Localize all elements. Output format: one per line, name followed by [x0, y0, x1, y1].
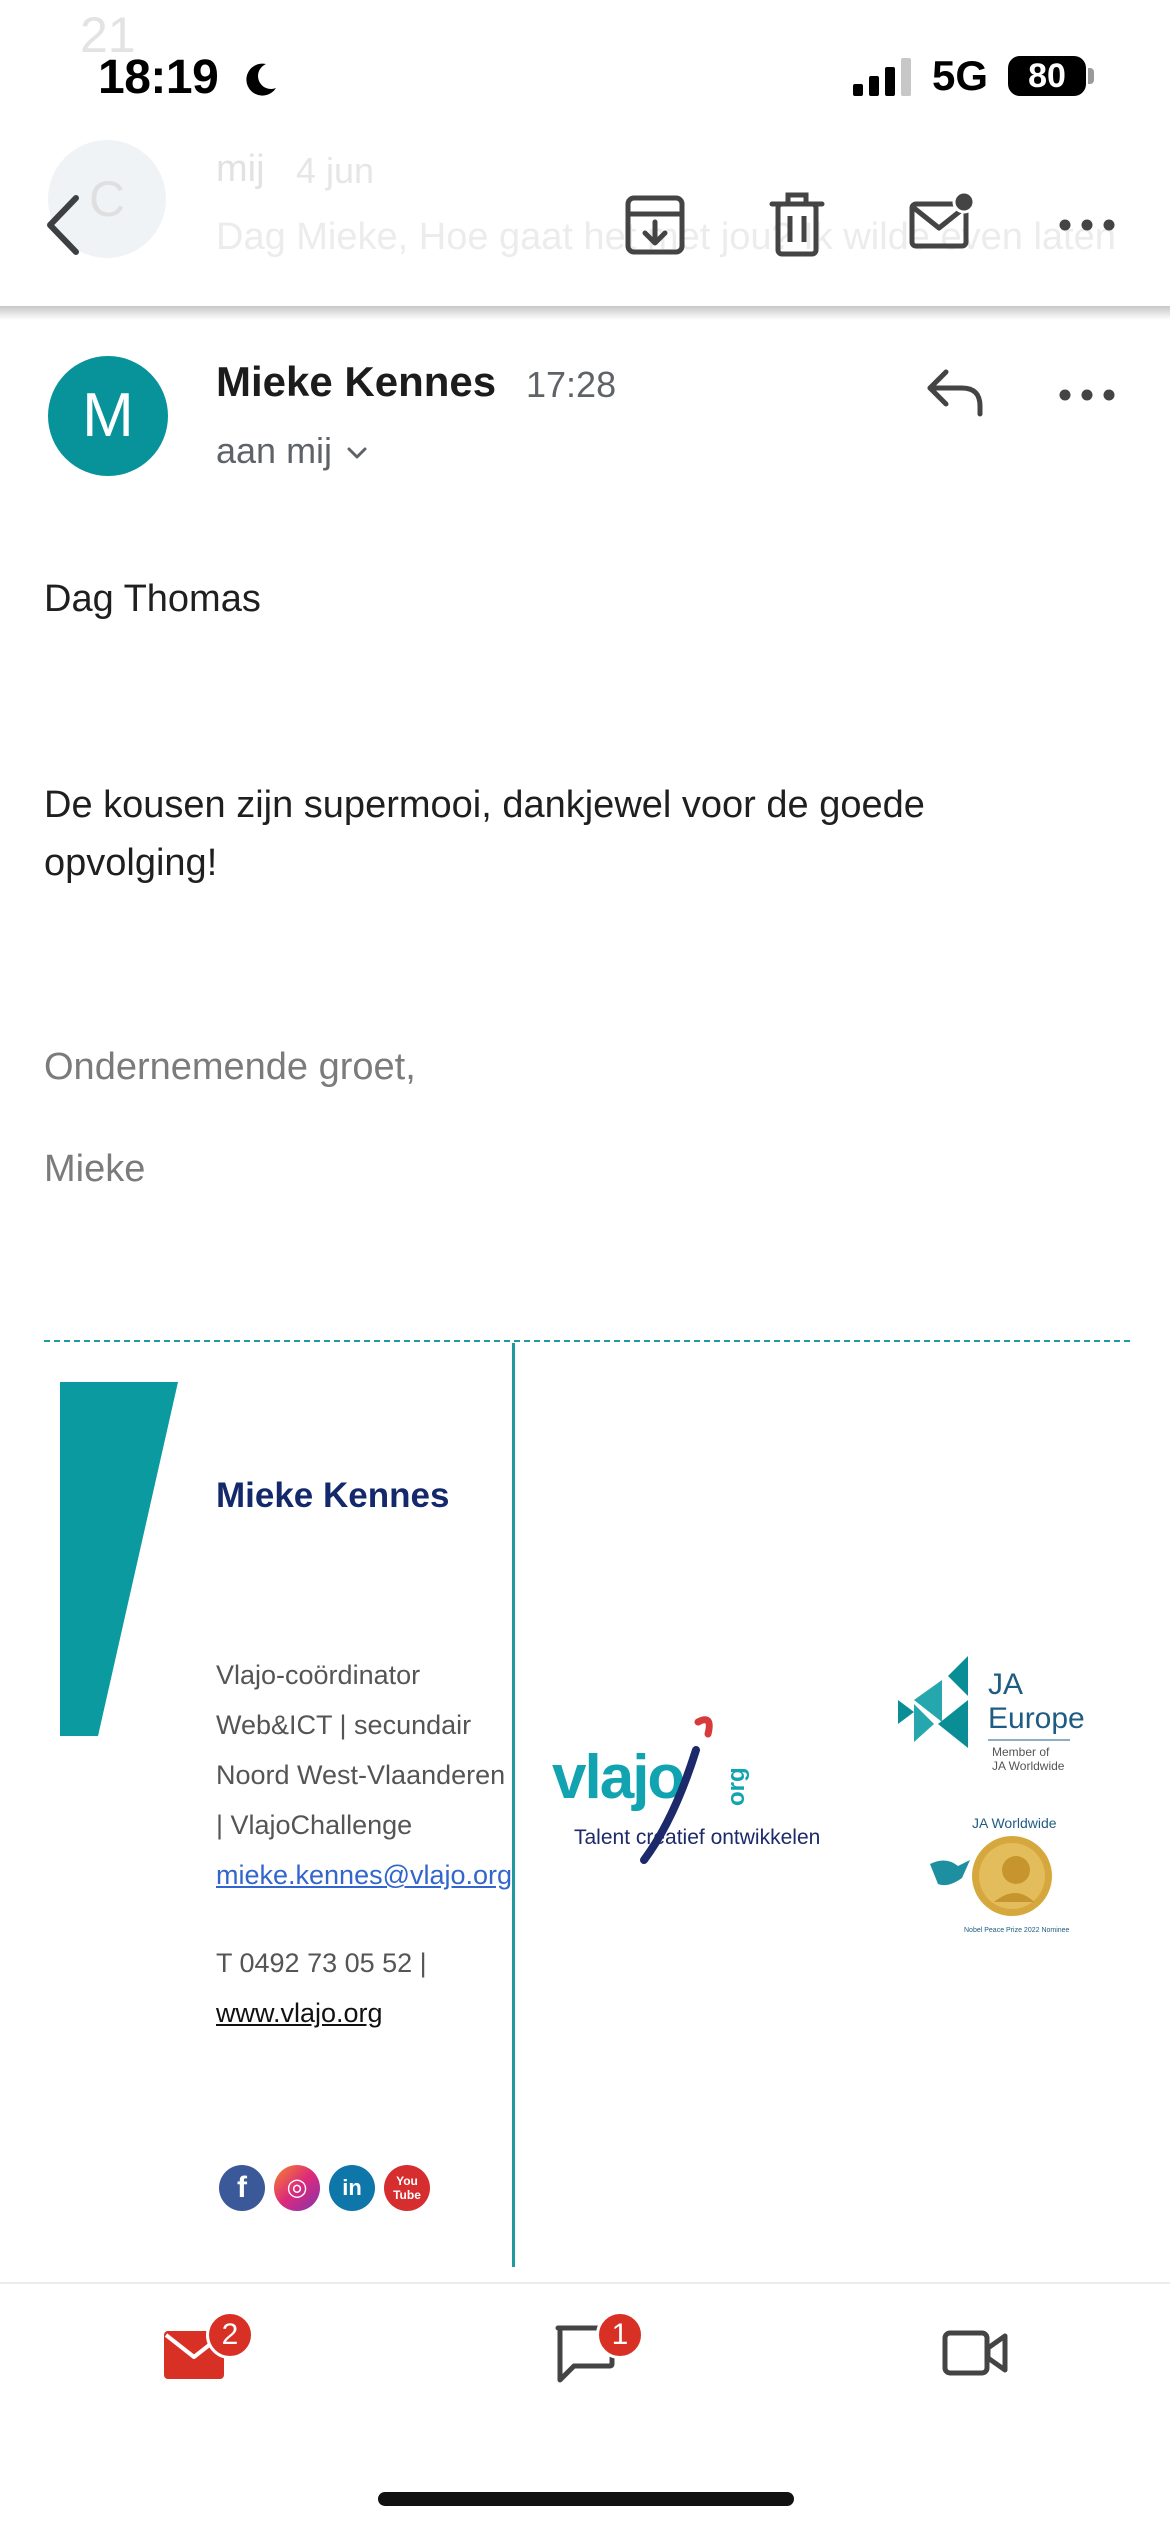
- reply-icon[interactable]: [924, 360, 986, 422]
- instagram-icon[interactable]: ◎: [274, 2165, 320, 2211]
- more-horizontal-icon[interactable]: [1052, 360, 1122, 430]
- signature-phone: T 0492 73 05 52 |: [216, 1948, 427, 1978]
- linkedin-icon[interactable]: in: [329, 2165, 375, 2211]
- ja-worldwide-label: JA Worldwide: [972, 1815, 1057, 1831]
- video-camera-icon[interactable]: [942, 2328, 1008, 2378]
- moon-icon: [246, 63, 276, 96]
- network-type: 5G: [932, 52, 989, 99]
- ja-member-label: Member of: [992, 1745, 1050, 1759]
- ja-europe-wordmark: JA: [988, 1668, 1023, 1701]
- signature-role: Vlajo-coördinator: [216, 1660, 421, 1690]
- vlajo-logo-suffix: org: [723, 1767, 750, 1806]
- vlajo-tagline: Talent creatief ontwikkelen: [574, 1826, 820, 1849]
- battery-level: 80: [1008, 56, 1086, 96]
- signature-divider: [44, 1340, 1130, 1342]
- signature-name: Mieke Kennes: [216, 1476, 450, 1515]
- message-signoff-name: Mieke: [44, 1148, 146, 1190]
- bottom-nav-divider: [0, 2282, 1170, 2284]
- background-date: 4 jun: [296, 150, 375, 191]
- signature-website-link[interactable]: www.vlajo.org: [216, 1998, 383, 2029]
- trash-icon[interactable]: [762, 190, 832, 260]
- signature-role: | VlajoChallenge: [216, 1810, 413, 1840]
- mail-unread-badge: 2: [206, 2311, 254, 2359]
- signature-role: Noord West-Vlaanderen: [216, 1760, 506, 1790]
- back-icon[interactable]: [40, 190, 86, 260]
- signature-column-divider: [512, 1343, 515, 2267]
- message-closing: Ondernemende groet,: [44, 1046, 416, 1088]
- youtube-icon[interactable]: You Tube: [384, 2165, 430, 2211]
- signal-icon: [853, 58, 911, 96]
- signature-role: Web&ICT | secundair: [216, 1710, 472, 1740]
- message-text: De kousen zijn supermooi, dankjewel voor…: [44, 784, 925, 884]
- ja-worldwide-seal[interactable]: JA Worldwide Nobel Peace Prize 2022 Nomi…: [924, 1804, 1084, 1944]
- archive-icon[interactable]: [620, 190, 690, 260]
- sent-time: 17:28: [526, 364, 617, 405]
- chat-unread-badge: 1: [596, 2311, 644, 2359]
- signature-email-link[interactable]: mieke.kennes@vlajo.org: [216, 1860, 512, 1891]
- more-horizontal-icon[interactable]: [1052, 190, 1122, 260]
- vlajo-logo[interactable]: vlajo org Talent creatief ontwikkelen: [548, 1710, 848, 1890]
- signature-accent-bar: [60, 1382, 178, 1736]
- background-fragment: 21: [80, 7, 136, 63]
- ja-europe-logo[interactable]: JA Europe Member of JA Worldwide: [894, 1652, 1124, 1782]
- recipient-label: aan mij: [216, 430, 333, 471]
- toolbar-shadow: [0, 306, 1170, 320]
- home-indicator[interactable]: [378, 2492, 794, 2506]
- facebook-icon[interactable]: f: [219, 2165, 265, 2211]
- sender-name[interactable]: Mieke Kennes: [216, 358, 496, 406]
- vlajo-logo-wordmark: vlajo: [552, 1743, 683, 1812]
- battery-tip: [1088, 68, 1094, 84]
- message-greeting: Dag Thomas: [44, 578, 261, 620]
- ja-europe-wordmark: Europe: [988, 1702, 1085, 1735]
- youtube-label: Tube: [393, 2188, 421, 2202]
- sender-avatar[interactable]: M: [48, 356, 168, 476]
- ja-member-label: JA Worldwide: [992, 1759, 1065, 1773]
- youtube-label: You: [396, 2174, 418, 2188]
- chevron-down-icon: [347, 447, 367, 459]
- background-sender: mij: [216, 148, 265, 190]
- mark-unread-icon[interactable]: [906, 186, 976, 256]
- nobel-label: Nobel Peace Prize 2022 Nominee: [964, 1927, 1070, 1934]
- recipient-toggle[interactable]: aan mij: [216, 430, 368, 472]
